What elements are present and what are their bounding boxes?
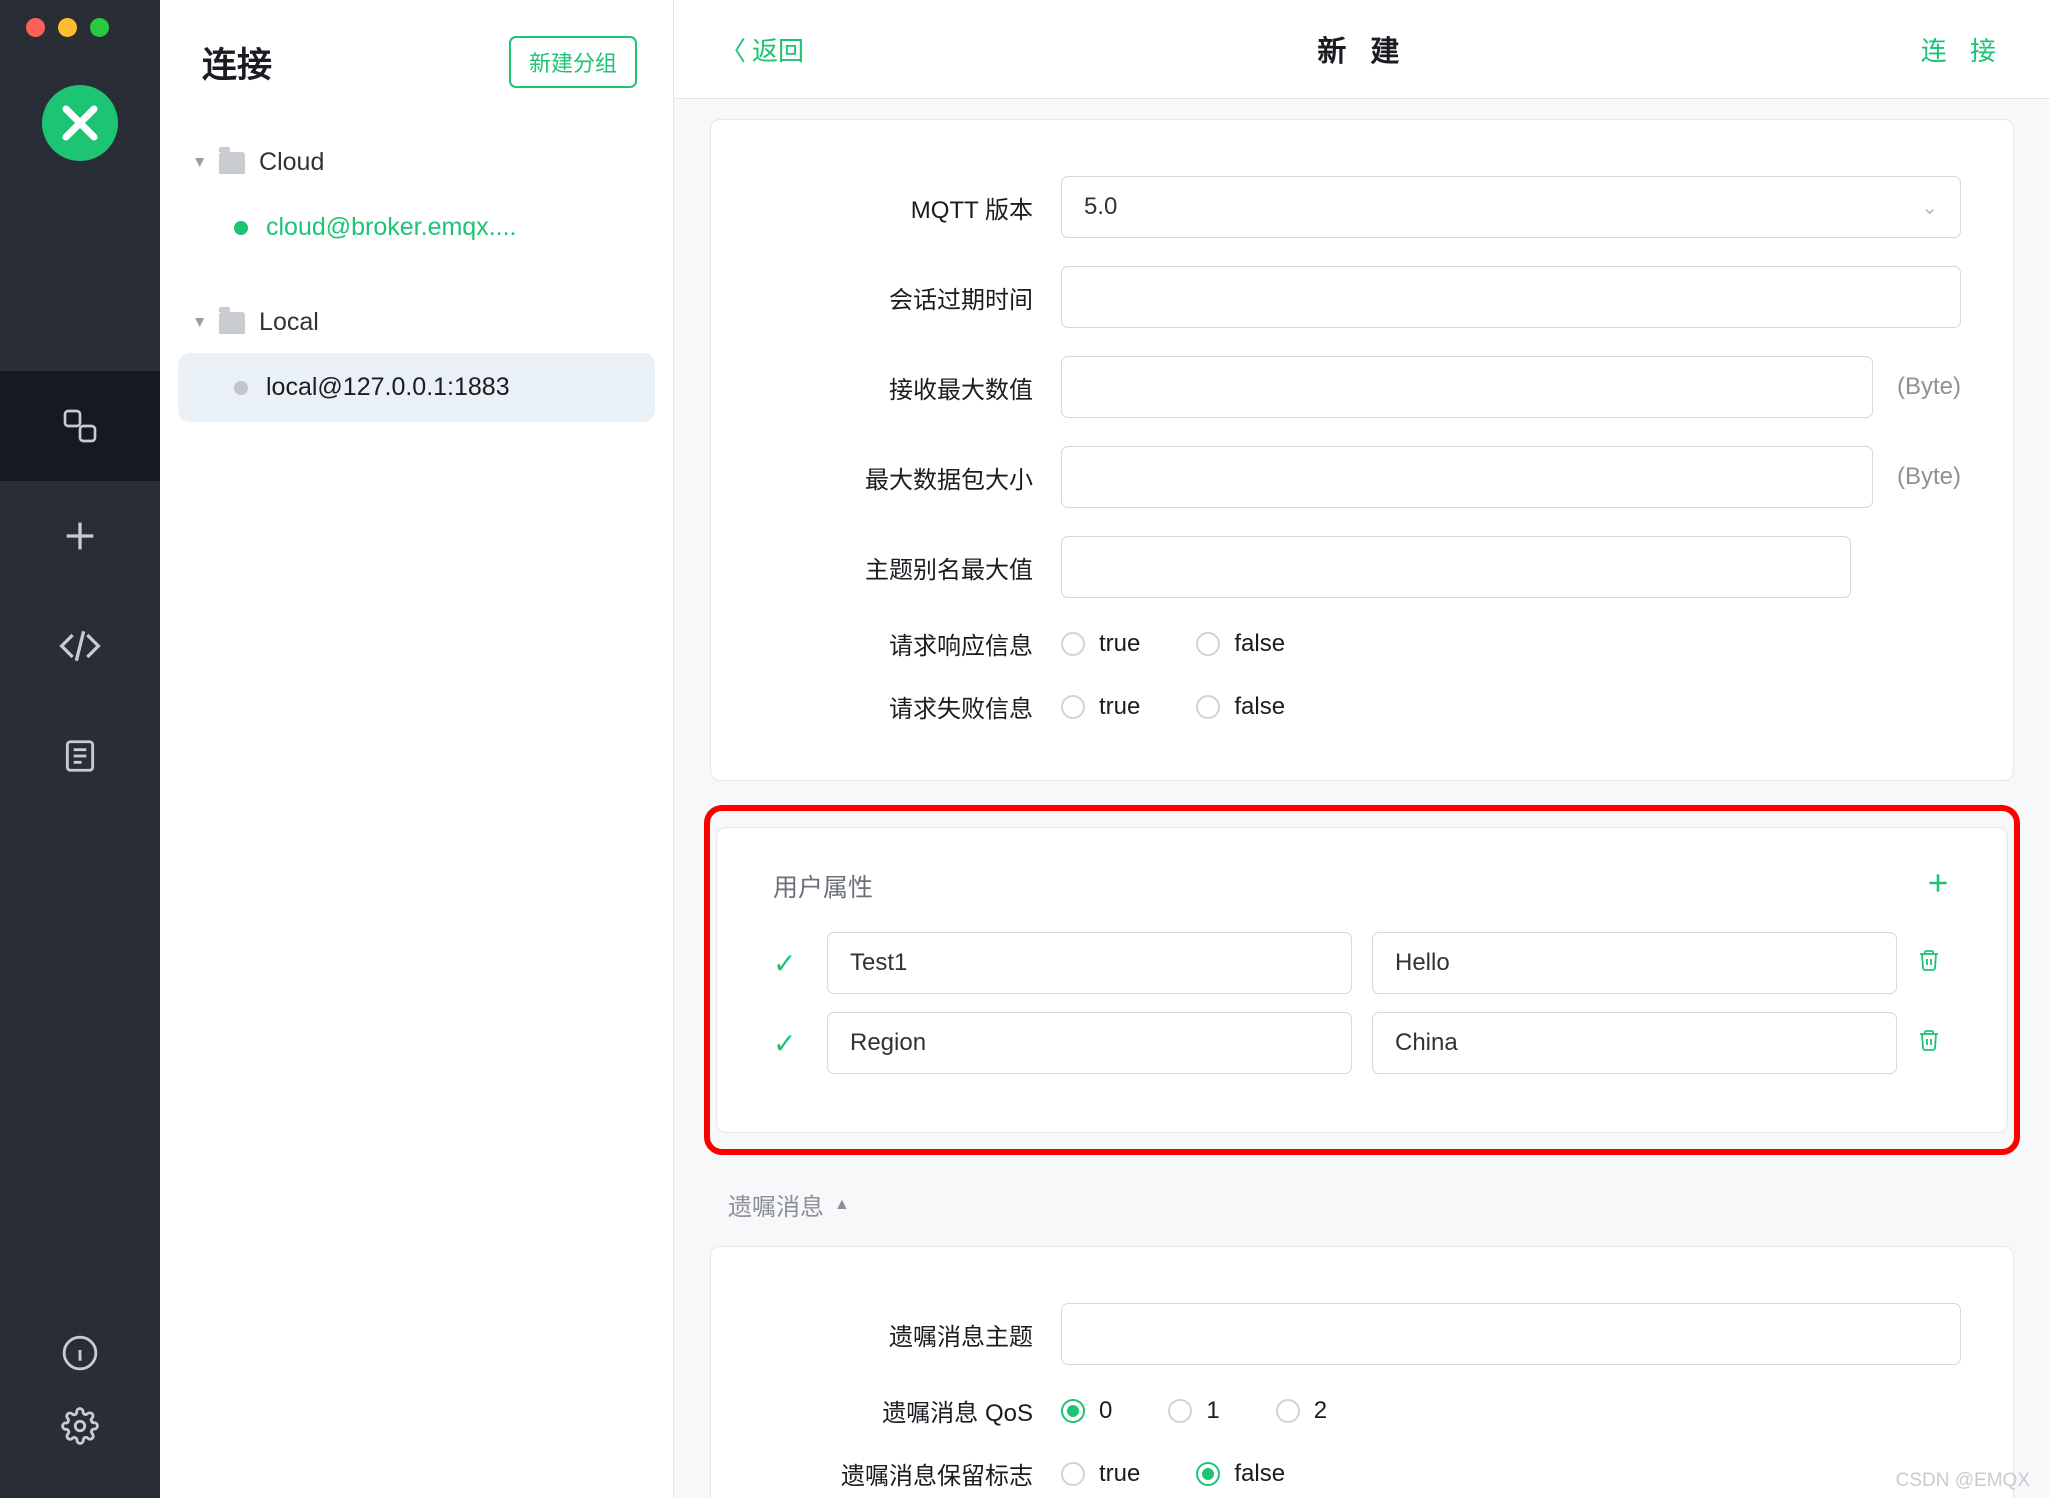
byte-suffix: (Byte) xyxy=(1897,463,1961,491)
req-resp-label: 请求响应信息 xyxy=(763,626,1033,661)
group-label: Local xyxy=(259,308,319,337)
receive-max-input[interactable] xyxy=(1061,356,1873,418)
rail-code-icon[interactable] xyxy=(0,591,160,701)
radio-false-label: false xyxy=(1234,1460,1285,1488)
check-icon: ✓ xyxy=(773,1027,807,1060)
window-traffic-lights xyxy=(0,18,109,37)
main-panel: 〈 返回 新 建 连 接 MQTT 版本 5.0 ⌄ 会话过期时间 接收最大数值… xyxy=(674,0,2050,1498)
chevron-down-icon: ⌄ xyxy=(1921,195,1938,220)
radio-true-label: true xyxy=(1099,1460,1140,1488)
session-expiry-input[interactable] xyxy=(1061,266,1961,328)
connection-label: local@127.0.0.1:1883 xyxy=(266,373,510,402)
connection-cloud[interactable]: cloud@broker.emqx.... xyxy=(178,193,655,262)
chevron-left-icon: 〈 xyxy=(720,31,746,68)
will-retain-true-radio[interactable]: true xyxy=(1061,1460,1140,1488)
rail-connections-icon[interactable] xyxy=(0,371,160,481)
property-row: ✓ xyxy=(773,932,1951,994)
app-rail xyxy=(0,0,160,1498)
add-property-button[interactable] xyxy=(1925,870,1951,903)
req-problem-true-radio[interactable]: true xyxy=(1061,693,1140,721)
byte-suffix: (Byte) xyxy=(1897,373,1961,401)
req-resp-false-radio[interactable]: false xyxy=(1196,630,1285,658)
mqtt-version-select[interactable]: 5.0 ⌄ xyxy=(1061,176,1961,238)
radio-true-label: true xyxy=(1099,693,1140,721)
topic-alias-label: 主题别名最大值 xyxy=(763,550,1033,585)
folder-icon xyxy=(219,312,245,334)
sidebar-title: 连接 xyxy=(202,37,272,88)
rail-log-icon[interactable] xyxy=(0,701,160,811)
mqtt-version-value: 5.0 xyxy=(1084,193,1117,221)
chevron-down-icon: ▸ xyxy=(190,158,211,167)
connection-local[interactable]: local@127.0.0.1:1883 xyxy=(178,353,655,422)
connections-sidebar: 连接 新建分组 ▸ Cloud cloud@broker.emqx.... ▸ … xyxy=(160,0,674,1498)
rail-settings-icon[interactable] xyxy=(61,1407,99,1450)
app-logo xyxy=(42,85,118,161)
radio-false-label: false xyxy=(1234,630,1285,658)
check-icon: ✓ xyxy=(773,947,807,980)
property-value-input[interactable] xyxy=(1372,1012,1897,1074)
delete-property-button[interactable] xyxy=(1917,1028,1951,1059)
radio-label: 2 xyxy=(1314,1397,1327,1425)
chevron-down-icon: ▸ xyxy=(190,318,211,327)
connect-button[interactable]: 连 接 xyxy=(1921,31,2004,68)
will-section-title: 遗嘱消息 xyxy=(728,1187,824,1222)
property-key-input[interactable] xyxy=(827,932,1352,994)
will-topic-input[interactable] xyxy=(1061,1303,1961,1365)
status-dot-offline xyxy=(234,381,248,395)
will-topic-label: 遗嘱消息主题 xyxy=(763,1317,1033,1352)
triangle-up-icon: ▲ xyxy=(834,1196,850,1214)
delete-property-button[interactable] xyxy=(1917,948,1951,979)
connection-label: cloud@broker.emqx.... xyxy=(266,213,517,242)
group-local[interactable]: ▸ Local xyxy=(178,292,655,353)
window-maximize-dot[interactable] xyxy=(90,18,109,37)
property-row: ✓ xyxy=(773,1012,1951,1074)
receive-max-label: 接收最大数值 xyxy=(763,370,1033,405)
will-qos-label: 遗嘱消息 QoS xyxy=(763,1393,1033,1428)
req-problem-false-radio[interactable]: false xyxy=(1196,693,1285,721)
property-key-input[interactable] xyxy=(827,1012,1352,1074)
will-qos-0-radio[interactable]: 0 xyxy=(1061,1397,1112,1425)
main-header: 〈 返回 新 建 连 接 xyxy=(674,0,2050,99)
watermark: CSDN @EMQX xyxy=(1896,1470,2030,1492)
max-packet-label: 最大数据包大小 xyxy=(763,460,1033,495)
req-resp-true-radio[interactable]: true xyxy=(1061,630,1140,658)
will-retain-label: 遗嘱消息保留标志 xyxy=(763,1456,1033,1491)
back-label: 返回 xyxy=(752,31,804,68)
will-qos-1-radio[interactable]: 1 xyxy=(1168,1397,1219,1425)
group-cloud[interactable]: ▸ Cloud xyxy=(178,132,655,193)
radio-true-label: true xyxy=(1099,630,1140,658)
session-expiry-label: 会话过期时间 xyxy=(763,280,1033,315)
radio-label: 1 xyxy=(1206,1397,1219,1425)
page-title: 新 建 xyxy=(804,28,1921,70)
radio-label: 0 xyxy=(1099,1397,1112,1425)
max-packet-input[interactable] xyxy=(1061,446,1873,508)
user-properties-card: 用户属性 ✓ ✓ xyxy=(716,827,2008,1133)
topic-alias-input[interactable] xyxy=(1061,536,1851,598)
folder-icon xyxy=(219,152,245,174)
user-properties-title: 用户属性 xyxy=(773,868,873,904)
user-properties-highlight: 用户属性 ✓ ✓ xyxy=(704,805,2020,1155)
mqtt-version-label: MQTT 版本 xyxy=(763,190,1033,225)
will-retain-false-radio[interactable]: false xyxy=(1196,1460,1285,1488)
new-group-button[interactable]: 新建分组 xyxy=(509,36,637,88)
rail-add-icon[interactable] xyxy=(0,481,160,591)
group-label: Cloud xyxy=(259,148,324,177)
rail-info-icon[interactable] xyxy=(61,1334,99,1377)
mqtt-settings-card: MQTT 版本 5.0 ⌄ 会话过期时间 接收最大数值 (Byte) 最大数据包… xyxy=(710,119,2014,781)
status-dot-online xyxy=(234,221,248,235)
back-button[interactable]: 〈 返回 xyxy=(720,31,804,68)
property-value-input[interactable] xyxy=(1372,932,1897,994)
radio-false-label: false xyxy=(1234,693,1285,721)
will-settings-card: 遗嘱消息主题 遗嘱消息 QoS 0 1 2 遗嘱消息保留标志 true fals… xyxy=(710,1246,2014,1498)
will-section-header[interactable]: 遗嘱消息 ▲ xyxy=(674,1175,2050,1246)
req-problem-label: 请求失败信息 xyxy=(763,689,1033,724)
will-qos-2-radio[interactable]: 2 xyxy=(1276,1397,1327,1425)
window-minimize-dot[interactable] xyxy=(58,18,77,37)
window-close-dot[interactable] xyxy=(26,18,45,37)
